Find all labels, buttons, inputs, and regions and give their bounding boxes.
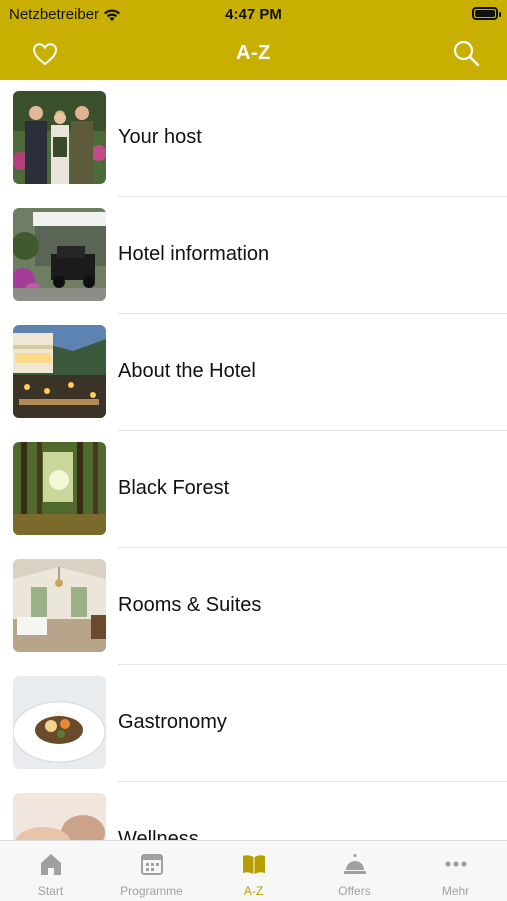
room-photo xyxy=(13,559,106,652)
list-item[interactable]: About the Hotel xyxy=(0,314,507,431)
dish-photo xyxy=(13,676,106,769)
list-item-label: Wellness xyxy=(118,828,199,840)
hotel-exterior-photo xyxy=(13,325,106,418)
tab-start[interactable]: Start xyxy=(0,841,101,901)
list-item[interactable]: Gastronomy xyxy=(0,665,507,782)
battery-icon xyxy=(472,7,501,20)
list-item-label: Gastronomy xyxy=(118,711,227,733)
list-item[interactable]: Wellness xyxy=(0,782,507,840)
hotel-entrance-photo xyxy=(13,208,106,301)
tab-label: Mehr xyxy=(441,884,470,898)
status-time: 4:47 PM xyxy=(225,6,282,23)
tab-mehr[interactable]: Mehr xyxy=(405,841,506,901)
list-item-label: Your host xyxy=(118,126,202,148)
tab-label: A-Z xyxy=(243,884,264,898)
tab-bar: Start Programme A-Z Offers Mehr xyxy=(0,840,507,901)
home-icon xyxy=(40,854,61,875)
list-item[interactable]: Hotel information xyxy=(0,197,507,314)
tab-offers[interactable]: Offers xyxy=(304,841,405,901)
az-list: Your host Hotel information About the Ho… xyxy=(0,80,507,840)
service-bell-icon xyxy=(343,854,366,874)
host-photo xyxy=(13,91,106,184)
list-item[interactable]: Your host xyxy=(0,80,507,197)
status-bar: Netzbetreiber 4:47 PM xyxy=(0,0,507,28)
calendar-icon xyxy=(140,854,163,875)
tab-label: Programme xyxy=(120,884,183,898)
list-item-label: Rooms & Suites xyxy=(118,594,262,616)
top-bar: Netzbetreiber 4:47 PM A-Z xyxy=(0,0,507,80)
list-item-label: About the Hotel xyxy=(118,360,256,382)
list-item-label: Black Forest xyxy=(118,477,230,499)
page-title: A-Z xyxy=(236,42,271,64)
tab-programme[interactable]: Programme xyxy=(101,841,202,901)
tab-label: Start xyxy=(37,884,64,898)
tab-label: Offers xyxy=(338,884,371,898)
tab-a-z[interactable]: A-Z xyxy=(203,841,304,901)
search-button[interactable] xyxy=(451,38,481,68)
nav-bar: A-Z xyxy=(0,36,507,72)
list-item[interactable]: Black Forest xyxy=(0,431,507,548)
forest-photo xyxy=(13,442,106,535)
book-icon xyxy=(242,855,265,874)
list-item[interactable]: Rooms & Suites xyxy=(0,548,507,665)
wellness-photo xyxy=(13,793,106,840)
more-dots-icon xyxy=(444,861,467,867)
list-item-label: Hotel information xyxy=(118,243,270,265)
search-icon xyxy=(453,40,480,67)
